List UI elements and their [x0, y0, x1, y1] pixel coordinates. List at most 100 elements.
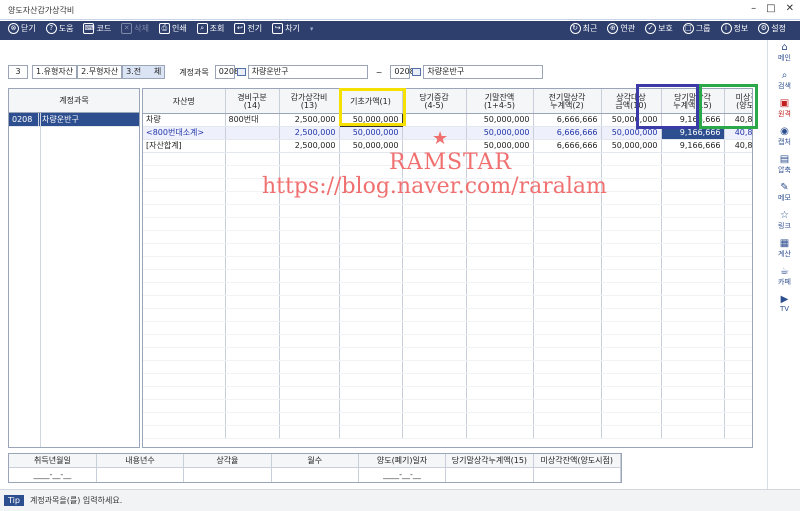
- minimize-button[interactable]: –: [751, 3, 756, 14]
- empty-cell[interactable]: [601, 425, 662, 439]
- empty-cell[interactable]: [466, 425, 534, 439]
- empty-cell[interactable]: [143, 386, 226, 400]
- empty-cell[interactable]: [339, 269, 403, 283]
- empty-cell[interactable]: [225, 360, 280, 374]
- empty-cell[interactable]: [225, 425, 280, 439]
- sidebar-item-8[interactable]: ☕ 카페: [768, 266, 800, 292]
- empty-row[interactable]: [143, 373, 752, 387]
- empty-cell[interactable]: [466, 399, 534, 413]
- empty-cell[interactable]: [724, 399, 752, 413]
- empty-cell[interactable]: [533, 412, 602, 426]
- empty-cell[interactable]: [339, 347, 403, 361]
- table-cell[interactable]: [225, 126, 280, 140]
- empty-cell[interactable]: [601, 152, 662, 166]
- empty-cell[interactable]: [143, 360, 226, 374]
- table-cell[interactable]: 차량: [143, 113, 226, 127]
- empty-cell[interactable]: [661, 269, 725, 283]
- toolbar-right-2-button[interactable]: ✓ 보호: [645, 23, 673, 34]
- empty-cell[interactable]: [143, 165, 226, 179]
- empty-cell[interactable]: [466, 321, 534, 335]
- empty-cell[interactable]: [601, 386, 662, 400]
- empty-cell[interactable]: [601, 399, 662, 413]
- empty-cell[interactable]: [661, 191, 725, 205]
- empty-cell[interactable]: [661, 295, 725, 309]
- empty-cell[interactable]: [724, 373, 752, 387]
- empty-cell[interactable]: [661, 425, 725, 439]
- empty-cell[interactable]: [533, 230, 602, 244]
- table-cell[interactable]: 40,833,334: [724, 139, 752, 153]
- empty-cell[interactable]: [724, 334, 752, 348]
- empty-cell[interactable]: [279, 386, 340, 400]
- toolbar-right-0-button[interactable]: ↻ 최근: [569, 23, 597, 34]
- empty-cell[interactable]: [402, 217, 467, 231]
- empty-cell[interactable]: [533, 152, 602, 166]
- empty-cell[interactable]: [339, 230, 403, 244]
- empty-cell[interactable]: [279, 412, 340, 426]
- empty-cell[interactable]: [402, 425, 467, 439]
- empty-cell[interactable]: [402, 308, 467, 322]
- empty-cell[interactable]: [466, 373, 534, 387]
- table-cell[interactable]: 2,500,000: [279, 139, 340, 153]
- toolbar-3-button[interactable]: ✕ 삭제: [121, 23, 149, 34]
- sidebar-item-1[interactable]: ⌕ 검색: [768, 70, 800, 96]
- empty-cell[interactable]: [279, 230, 340, 244]
- sidebar-item-2[interactable]: ▣ 원격: [768, 98, 800, 124]
- empty-row[interactable]: [143, 334, 752, 348]
- toolbar-6-button[interactable]: ↩ 전기: [234, 23, 262, 34]
- empty-cell[interactable]: [225, 217, 280, 231]
- empty-cell[interactable]: [466, 282, 534, 296]
- empty-cell[interactable]: [661, 217, 725, 231]
- empty-cell[interactable]: [466, 386, 534, 400]
- empty-cell[interactable]: [143, 295, 226, 309]
- empty-cell[interactable]: [279, 152, 340, 166]
- toolbar-1-button[interactable]: ? 도움: [45, 23, 73, 34]
- empty-cell[interactable]: [466, 334, 534, 348]
- empty-cell[interactable]: [143, 256, 226, 270]
- option-intangible[interactable]: 2.무형자산: [77, 65, 123, 79]
- empty-cell[interactable]: [279, 295, 340, 309]
- empty-cell[interactable]: [533, 347, 602, 361]
- empty-cell[interactable]: [225, 308, 280, 322]
- sidebar-item-5[interactable]: ✎ 메모: [768, 182, 800, 208]
- empty-cell[interactable]: [533, 360, 602, 374]
- lookup-icon[interactable]: [236, 68, 246, 76]
- empty-cell[interactable]: [601, 308, 662, 322]
- empty-cell[interactable]: [724, 295, 752, 309]
- empty-cell[interactable]: [533, 308, 602, 322]
- empty-cell[interactable]: [225, 373, 280, 387]
- empty-cell[interactable]: [279, 217, 340, 231]
- empty-cell[interactable]: [402, 321, 467, 335]
- column-header[interactable]: 기말잔액 (1+4-5): [466, 89, 534, 114]
- empty-cell[interactable]: [143, 230, 226, 244]
- empty-cell[interactable]: [279, 399, 340, 413]
- empty-cell[interactable]: [143, 399, 226, 413]
- empty-cell[interactable]: [339, 386, 403, 400]
- empty-cell[interactable]: [225, 256, 280, 270]
- empty-cell[interactable]: [661, 399, 725, 413]
- table-cell[interactable]: 6,666,666: [533, 139, 602, 153]
- empty-cell[interactable]: [402, 243, 467, 257]
- empty-cell[interactable]: [339, 334, 403, 348]
- table-cell[interactable]: 50,000,000: [339, 126, 403, 140]
- empty-cell[interactable]: [724, 308, 752, 322]
- table-cell[interactable]: 2,500,000: [279, 126, 340, 140]
- empty-cell[interactable]: [225, 386, 280, 400]
- empty-cell[interactable]: [724, 386, 752, 400]
- table-cell[interactable]: [402, 113, 467, 127]
- empty-cell[interactable]: [143, 243, 226, 257]
- empty-cell[interactable]: [225, 230, 280, 244]
- empty-cell[interactable]: [601, 334, 662, 348]
- empty-cell[interactable]: [466, 243, 534, 257]
- empty-cell[interactable]: [339, 399, 403, 413]
- empty-cell[interactable]: [143, 282, 226, 296]
- empty-cell[interactable]: [724, 230, 752, 244]
- column-header[interactable]: 자산명: [143, 89, 226, 114]
- empty-cell[interactable]: [601, 282, 662, 296]
- empty-cell[interactable]: [661, 360, 725, 374]
- empty-cell[interactable]: [225, 321, 280, 335]
- empty-cell[interactable]: [466, 269, 534, 283]
- empty-cell[interactable]: [225, 295, 280, 309]
- empty-cell[interactable]: [339, 204, 403, 218]
- empty-cell[interactable]: [533, 282, 602, 296]
- empty-row[interactable]: [143, 425, 752, 439]
